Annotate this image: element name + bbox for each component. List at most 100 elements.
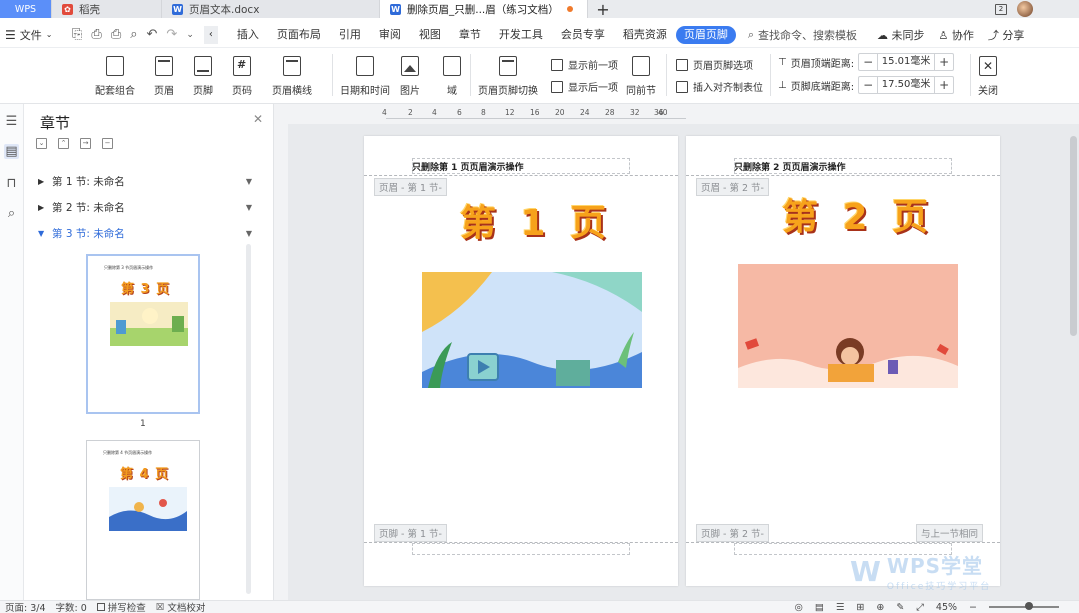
section-item-1[interactable]: ▶ 第 1 节: 未命名 ▼ xyxy=(38,174,252,189)
menu-docer-resources[interactable]: 稻壳资源 xyxy=(614,26,676,44)
header-button[interactable]: 页眉 xyxy=(154,56,174,97)
tab-document-1[interactable]: W 页眉文本.docx xyxy=(162,0,380,18)
collapse-ribbon-button[interactable]: ‹ xyxy=(203,25,218,44)
zoom-level[interactable]: 45% xyxy=(936,602,957,613)
save-icon[interactable]: ⎘ xyxy=(72,27,82,42)
ruler-tick: 16 xyxy=(530,108,540,117)
field-button[interactable]: 域 xyxy=(443,56,461,97)
horizontal-ruler[interactable]: 4 2 4 6 8 12 16 20 24 28 32 36 40 xyxy=(274,104,1079,124)
new-tab-button[interactable]: + xyxy=(588,0,618,19)
menu-developer[interactable]: 开发工具 xyxy=(490,26,552,44)
show-previous-button[interactable]: 显示前一项 xyxy=(551,57,618,72)
increase-button[interactable]: + xyxy=(935,78,953,92)
redo-icon[interactable]: ↷ xyxy=(166,27,177,42)
print-icon[interactable]: ⎙ xyxy=(111,27,121,42)
header-line-button[interactable]: 页眉横线 xyxy=(272,56,312,97)
increase-button[interactable]: + xyxy=(935,55,953,69)
footer-area[interactable] xyxy=(412,543,630,555)
chapter-icon[interactable]: ▤ xyxy=(4,144,19,159)
word-doc-icon: W xyxy=(390,3,401,15)
undo-icon[interactable]: ↶ xyxy=(147,27,158,42)
command-search[interactable]: ⌕ 查找命令、搜索模板 xyxy=(748,27,857,43)
chevron-down-icon[interactable]: ▼ xyxy=(246,177,252,186)
menu-page-layout[interactable]: 页面布局 xyxy=(268,26,330,44)
collapse-all-icon[interactable]: ⌄ xyxy=(36,138,47,149)
sync-status-button[interactable]: ☁ 未同步 xyxy=(877,27,925,43)
combo-button[interactable]: 配套组合 xyxy=(95,56,135,97)
collaborate-button[interactable]: ♙ 协作 xyxy=(939,27,974,43)
search-icon[interactable]: ⌕ xyxy=(4,206,19,221)
print-preview-icon[interactable]: ⌕ xyxy=(130,27,137,42)
show-next-button[interactable]: 显示后一项 xyxy=(551,79,618,94)
page-thumbnail-4[interactable]: 只删除第 4 节页眉演示操作 第 4 页 xyxy=(86,440,200,600)
reading-view-icon[interactable]: ⊞ xyxy=(856,602,864,613)
document-page-2[interactable]: 只删除第 2 页页眉演示操作 页眉 - 第 2 节- 第 2 页 页脚 - 第 … xyxy=(686,136,1000,586)
chapter-panel-scrollbar[interactable] xyxy=(246,244,251,594)
outline-icon[interactable]: ☰ xyxy=(4,114,19,129)
export-pdf-icon[interactable]: ⎙ xyxy=(91,27,101,42)
section-item-2[interactable]: ▶ 第 2 节: 未命名 ▼ xyxy=(38,200,252,215)
fit-page-icon[interactable]: ⤢ xyxy=(916,602,924,613)
tab-wps-home[interactable]: WPS xyxy=(0,0,52,18)
web-view-icon[interactable]: ⊕ xyxy=(876,602,884,613)
tab-docer[interactable]: ✿ 稻壳 xyxy=(52,0,162,18)
chevron-down-icon[interactable]: ▼ xyxy=(246,203,252,212)
page-count[interactable]: 页面: 3/4 xyxy=(0,600,51,613)
document-scrollbar[interactable] xyxy=(1070,136,1077,336)
page-number-button[interactable]: 页码 xyxy=(232,56,252,97)
bookmark-icon[interactable]: ⊓ xyxy=(4,176,19,191)
menu-header-footer[interactable]: 页眉页脚 xyxy=(675,25,736,44)
header-footer-switch-button[interactable]: 页眉页脚切换 xyxy=(478,56,538,97)
ruler-tick: 40 xyxy=(658,108,668,117)
share-button[interactable]: ⤴ 分享 xyxy=(988,27,1025,43)
more-chevron-icon[interactable]: ⌄ xyxy=(186,30,194,40)
file-menu-button[interactable]: ☰ 文件 ⌄ xyxy=(0,27,70,43)
expand-icon[interactable]: ⌃ xyxy=(58,138,69,149)
insert-tab-stop-button[interactable]: 插入对齐制表位 xyxy=(676,79,763,94)
vertical-ruler[interactable] xyxy=(274,124,288,600)
chevron-down-icon[interactable]: ▼ xyxy=(246,229,252,238)
date-time-button[interactable]: 日期和时间 xyxy=(340,56,390,97)
header-text[interactable]: 只删除第 1 页页眉演示操作 xyxy=(412,160,524,173)
delete-section-icon[interactable]: − xyxy=(102,138,113,149)
menu-references[interactable]: 引用 xyxy=(330,26,370,44)
add-section-icon[interactable]: → xyxy=(80,138,91,149)
section-item-3[interactable]: ▼ 第 3 节: 未命名 ▼ xyxy=(38,226,252,241)
options-icon xyxy=(676,58,688,71)
header-distance-input[interactable]: 15.01毫米 xyxy=(877,54,936,70)
decrease-button[interactable]: − xyxy=(859,78,877,92)
zoom-slider[interactable] xyxy=(989,602,1059,610)
page-thumbnail-3[interactable]: 只删除第 3 节页眉演示操作 第 3 页 xyxy=(86,254,200,414)
avatar[interactable] xyxy=(1017,1,1033,17)
word-count[interactable]: 字数: 0 xyxy=(51,600,92,613)
zoom-out-icon[interactable]: − xyxy=(969,602,977,613)
page-view-icon[interactable]: ▤ xyxy=(815,602,824,613)
same-as-previous-button[interactable]: 同前节 xyxy=(626,56,656,97)
proofread-label: 文档校对 xyxy=(167,603,206,613)
header-footer-options-label: 页眉页脚选项 xyxy=(693,61,753,72)
spell-check-toggle[interactable]: 拼写检查 xyxy=(92,600,151,613)
thumbnail-image xyxy=(110,302,188,346)
header-text[interactable]: 只删除第 2 页页眉演示操作 xyxy=(734,160,846,173)
eye-protection-icon[interactable]: ◎ xyxy=(795,602,803,613)
header-footer-options-button[interactable]: 页眉页脚选项 xyxy=(676,57,753,72)
document-page-1[interactable]: 只删除第 1 页页眉演示操作 页眉 - 第 1 节- 第 1 页 页脚 - 第 … xyxy=(364,136,678,586)
proofread-icon: ☒ xyxy=(155,601,165,613)
window-layout-icon[interactable]: 2 xyxy=(995,3,1007,15)
picture-button[interactable]: 图片 xyxy=(400,56,420,97)
close-icon[interactable]: ✕ xyxy=(253,112,263,126)
menu-view[interactable]: 视图 xyxy=(410,26,450,44)
menu-review[interactable]: 审阅 xyxy=(370,26,410,44)
footer-button[interactable]: 页脚 xyxy=(193,56,213,97)
menu-insert[interactable]: 插入 xyxy=(228,26,268,44)
section-label: 第 2 节: 未命名 xyxy=(52,202,125,214)
close-header-footer-button[interactable]: ✕ 关闭 xyxy=(978,56,998,97)
decrease-button[interactable]: − xyxy=(859,55,877,69)
menu-member[interactable]: 会员专享 xyxy=(552,26,614,44)
proofread-button[interactable]: ☒ 文档校对 xyxy=(151,600,211,613)
tab-document-active[interactable]: W 删除页眉_只删...眉（练习文档） xyxy=(380,0,588,18)
menu-section[interactable]: 章节 xyxy=(450,26,490,44)
write-mode-icon[interactable]: ✎ xyxy=(896,602,904,613)
outline-view-icon[interactable]: ☰ xyxy=(836,602,845,613)
footer-distance-input[interactable]: 17.50毫米 xyxy=(877,77,936,93)
